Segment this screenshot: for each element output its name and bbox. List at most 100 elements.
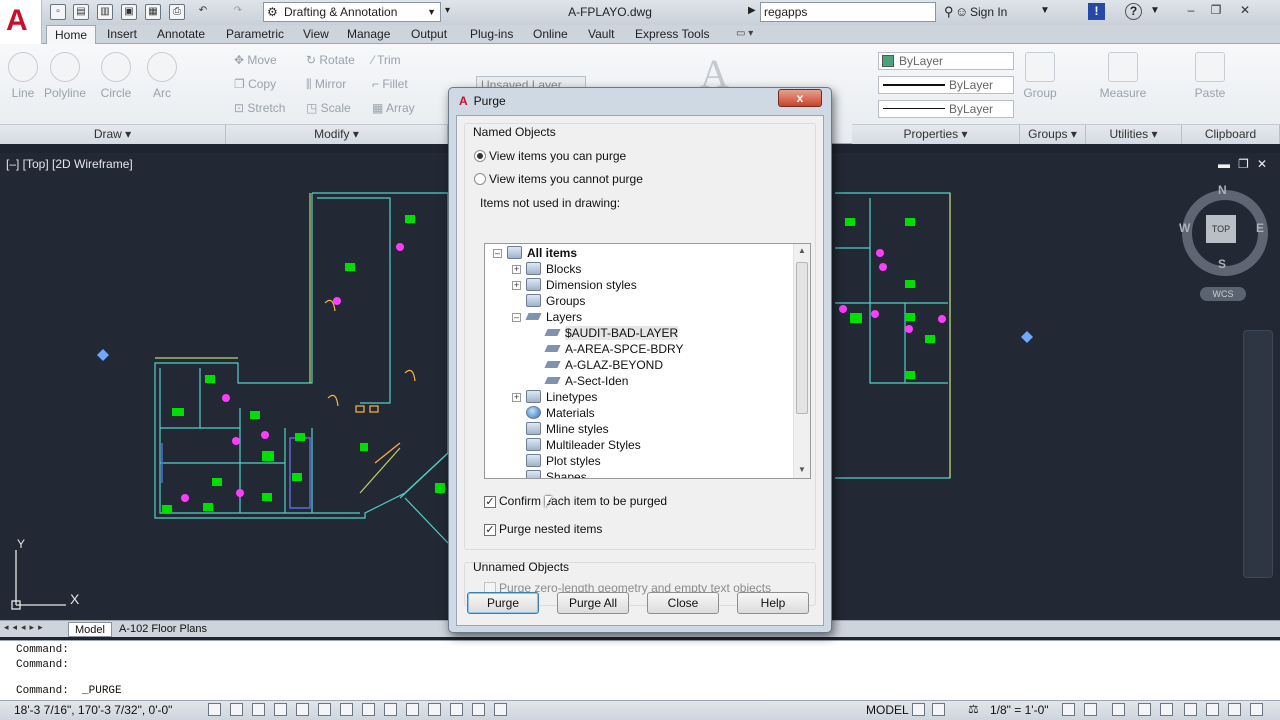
paste-tool[interactable]: Paste [1187, 52, 1233, 100]
selection-cycling-icon[interactable] [494, 703, 507, 716]
arc-tool[interactable]: Arc [139, 52, 185, 100]
viewport-restore-icon[interactable]: ❐ [1238, 157, 1249, 171]
tree-item-dimension-styles[interactable]: Dimension styles [526, 277, 637, 293]
binoculars-icon[interactable]: ⚲ [944, 4, 954, 20]
help-button[interactable]: Help [737, 592, 809, 614]
stretch-tool[interactable]: ⊡ Stretch [234, 101, 285, 115]
scroll-up-icon[interactable]: ▲ [798, 246, 806, 255]
tab-home[interactable]: Home [46, 25, 97, 44]
radio-view-cannot-purge-label[interactable]: View items you cannot purge [489, 172, 643, 186]
mirror-tool[interactable]: ⫼ Mirror [306, 77, 346, 92]
groups-panel-title[interactable]: Groups ▾ [1020, 124, 1086, 144]
collapse-all-items-icon[interactable]: – [493, 249, 502, 258]
dynamic-ucs-icon[interactable] [384, 703, 397, 716]
viewport-close-icon[interactable]: ✕ [1257, 157, 1267, 171]
tab-annotate[interactable]: Annotate [149, 25, 213, 44]
clean-screen-icon[interactable] [1250, 703, 1263, 716]
measure-tool[interactable]: Measure [1099, 52, 1147, 100]
tab-a-102-floor-plans[interactable]: A-102 Floor Plans [113, 622, 213, 637]
ribbon-minimize-icon[interactable]: ▭ ▾ [736, 28, 753, 39]
collapse-layers-icon[interactable]: – [512, 313, 521, 322]
grid-display-icon[interactable] [252, 703, 265, 716]
redo-icon[interactable]: ↷ [230, 4, 246, 20]
tree-item-groups[interactable]: Groups [526, 293, 585, 309]
tree-item-shapes[interactable]: Shapes [526, 469, 587, 478]
radio-view-can-purge-label[interactable]: View items you can purge [489, 149, 626, 163]
tree-item-all-items[interactable]: All items [507, 245, 577, 261]
quick-view-drawings-icon[interactable] [932, 703, 945, 716]
viewcube-top-face[interactable]: TOP [1206, 215, 1236, 243]
help-chevron-icon[interactable]: ▼ [1150, 5, 1160, 16]
tab-view[interactable]: View [295, 25, 337, 44]
tree-item-multileader-styles[interactable]: Multileader Styles [526, 437, 641, 453]
tree-item-layers[interactable]: Layers [526, 309, 582, 325]
linetype-select[interactable]: ByLayer [878, 76, 1014, 94]
open-icon[interactable]: ▤ [73, 4, 89, 20]
radio-view-cannot-purge[interactable] [474, 173, 486, 185]
3d-object-snap-icon[interactable] [340, 703, 353, 716]
object-snap-tracking-icon[interactable] [362, 703, 375, 716]
group-tool[interactable]: Group [1017, 52, 1063, 100]
line-tool[interactable]: Line [0, 52, 46, 100]
new-icon[interactable]: ▫ [50, 4, 66, 20]
open-sheet-icon[interactable]: ▥ [97, 4, 113, 20]
quick-properties-icon[interactable] [472, 703, 485, 716]
infer-constraints-icon[interactable] [208, 703, 221, 716]
expand-dimension-styles-icon[interactable]: + [512, 281, 521, 290]
purge-all-button[interactable]: Purge All [557, 592, 629, 614]
compass-west[interactable]: W [1179, 221, 1190, 235]
properties-panel-title[interactable]: Properties ▾ [852, 124, 1020, 144]
customize-qat-icon[interactable]: ▾ [445, 5, 450, 16]
restore-icon[interactable]: ❐ [1205, 3, 1227, 20]
minimize-icon[interactable]: – [1180, 3, 1202, 20]
help-icon[interactable]: ? [1125, 3, 1142, 20]
hardware-acceleration-icon[interactable] [1160, 703, 1173, 716]
quick-view-layouts-icon[interactable] [912, 703, 925, 716]
save-icon[interactable]: ▣ [121, 4, 137, 20]
purge-items-tree[interactable]: – All items + Blocks + Dimension styles … [484, 243, 811, 479]
tree-item-layer[interactable]: A-AREA-SPCE-BDRY [545, 341, 683, 357]
compass-south[interactable]: S [1218, 257, 1226, 271]
tree-item-blocks[interactable]: Blocks [526, 261, 581, 277]
sign-in-chevron-icon[interactable]: ▼ [1040, 5, 1050, 16]
tree-item-mline-styles[interactable]: Mline styles [526, 421, 609, 437]
scrollbar-thumb[interactable] [796, 262, 808, 414]
scale-tool[interactable]: ◳ Scale [306, 101, 351, 115]
tab-manage[interactable]: Manage [339, 25, 398, 44]
workspace-select[interactable]: ⚙ Drafting & Annotation ▼ [263, 2, 441, 22]
layout-nav-arrows-icon[interactable]: ◂◂◂▸▸ [4, 622, 47, 633]
expand-linetypes-icon[interactable]: + [512, 393, 521, 402]
tree-item-layer[interactable]: $AUDIT-BAD-LAYER [545, 325, 679, 341]
auto-scale-icon[interactable] [1084, 703, 1097, 716]
close-button[interactable]: Close [647, 592, 719, 614]
isolate-objects-icon[interactable] [1184, 703, 1197, 716]
rotate-tool[interactable]: ↻ Rotate [306, 53, 355, 67]
transparency-icon[interactable] [450, 703, 463, 716]
clipboard-panel-title[interactable]: Clipboard [1182, 124, 1280, 144]
modify-panel-title[interactable]: Modify ▾ [226, 124, 448, 144]
lineweight-select[interactable]: ByLayer [878, 100, 1014, 118]
confirm-each-item-checkbox[interactable]: ✓ [484, 496, 496, 508]
tree-item-layer[interactable]: A-GLAZ-BEYOND [545, 357, 663, 373]
scroll-down-icon[interactable]: ▼ [798, 465, 806, 474]
application-menu-button[interactable]: A [0, 0, 42, 44]
purge-nested-items-checkbox[interactable]: ✓ [484, 524, 496, 536]
polyline-tool[interactable]: Polyline [42, 52, 88, 100]
trim-tool[interactable]: ⁄ Trim [372, 53, 401, 67]
snap-mode-icon[interactable] [230, 703, 243, 716]
toolbar-lock-icon[interactable] [1138, 703, 1151, 716]
tab-online[interactable]: Online [525, 25, 576, 44]
copy-tool[interactable]: ❐ Copy [234, 77, 276, 91]
ortho-mode-icon[interactable] [274, 703, 287, 716]
tab-insert[interactable]: Insert [99, 25, 145, 44]
array-tool[interactable]: ▦ Array [372, 101, 415, 115]
radio-view-can-purge[interactable] [474, 150, 486, 162]
purge-nested-items-label[interactable]: Purge nested items [499, 522, 602, 536]
tree-item-layer[interactable]: A-Sect-Iden [545, 373, 628, 389]
undo-icon[interactable]: ↶ [195, 4, 211, 20]
tab-model[interactable]: Model [68, 622, 112, 637]
annotation-scale-select[interactable]: 1/8" = 1'-0" [990, 703, 1049, 717]
save-as-icon[interactable]: ▦ [145, 4, 161, 20]
expand-search-icon[interactable]: ▶ [748, 5, 756, 16]
object-snap-icon[interactable] [318, 703, 331, 716]
